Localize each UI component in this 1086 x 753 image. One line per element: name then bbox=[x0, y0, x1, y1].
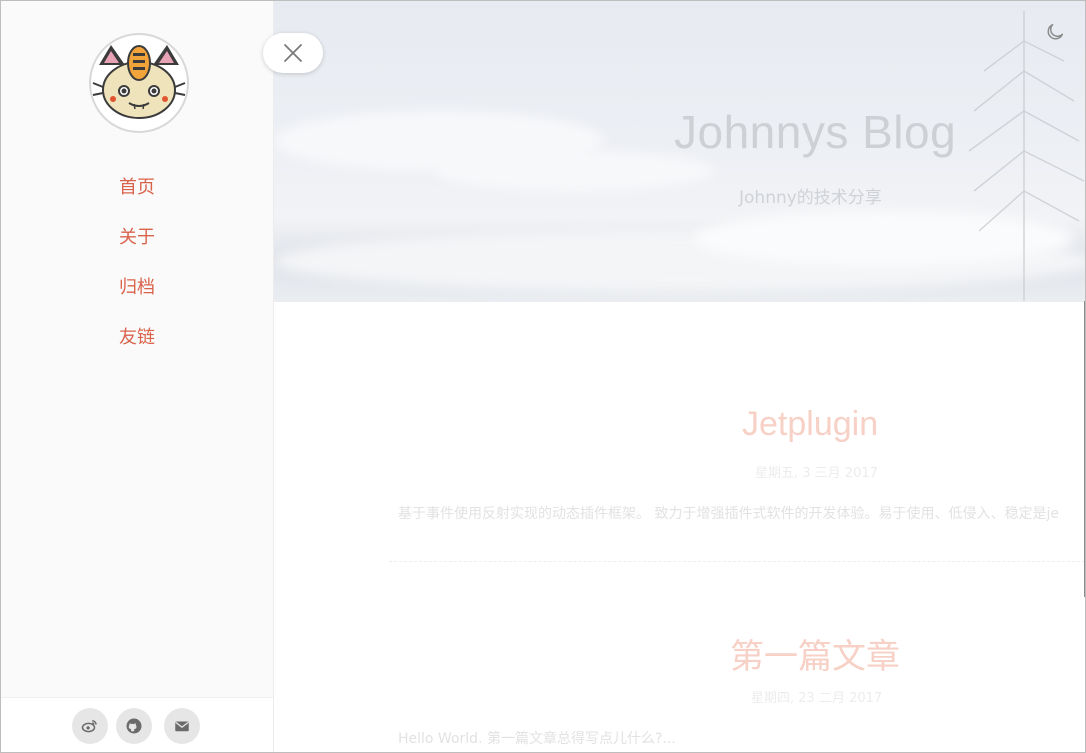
nav-item-home[interactable]: 首页 bbox=[1, 173, 273, 223]
blog-title: Johnnys Blog bbox=[674, 106, 957, 158]
blog-subtitle: Johnny的技术分享 bbox=[739, 188, 882, 208]
post-date: 星期四, 23 二月 2017 bbox=[751, 691, 883, 706]
mail-icon[interactable] bbox=[164, 708, 200, 744]
post-date: 星期五, 3 三月 2017 bbox=[755, 466, 878, 481]
post-divider bbox=[389, 561, 1085, 562]
post-excerpt: Hello World. 第一篇文章总得写点儿什么?... bbox=[398, 731, 676, 747]
sidebar-nav: 首页 关于 归档 友链 bbox=[1, 173, 273, 373]
post-excerpt: 基于事件使用反射实现的动态插件框架。 致力于增强插件式软件的开发体验。易于使用、… bbox=[398, 506, 1059, 522]
close-sidebar-button[interactable] bbox=[263, 33, 323, 73]
cloud-shape bbox=[434, 151, 714, 191]
social-links bbox=[1, 697, 273, 752]
nav-item-archive[interactable]: 归档 bbox=[1, 273, 273, 323]
weibo-icon[interactable] bbox=[72, 708, 108, 744]
github-icon[interactable] bbox=[116, 708, 152, 744]
post-title[interactable]: Jetplugin bbox=[742, 405, 878, 444]
close-icon bbox=[284, 44, 302, 62]
dark-mode-toggle-icon[interactable] bbox=[1044, 21, 1066, 43]
browser-frame: Johnnys Blog Johnny的技术分享 Jetplugin 星期五, … bbox=[0, 0, 1086, 753]
meowth-avatar-icon bbox=[92, 45, 186, 119]
nav-item-friends[interactable]: 友链 bbox=[1, 323, 273, 373]
post-title[interactable]: 第一篇文章 bbox=[730, 629, 900, 678]
header-banner: Johnnys Blog Johnny的技术分享 bbox=[274, 1, 1085, 302]
avatar bbox=[89, 33, 189, 133]
nav-item-about[interactable]: 关于 bbox=[1, 223, 273, 273]
tree-silhouette bbox=[968, 11, 1085, 301]
sidebar: 首页 关于 归档 友链 bbox=[1, 1, 274, 752]
